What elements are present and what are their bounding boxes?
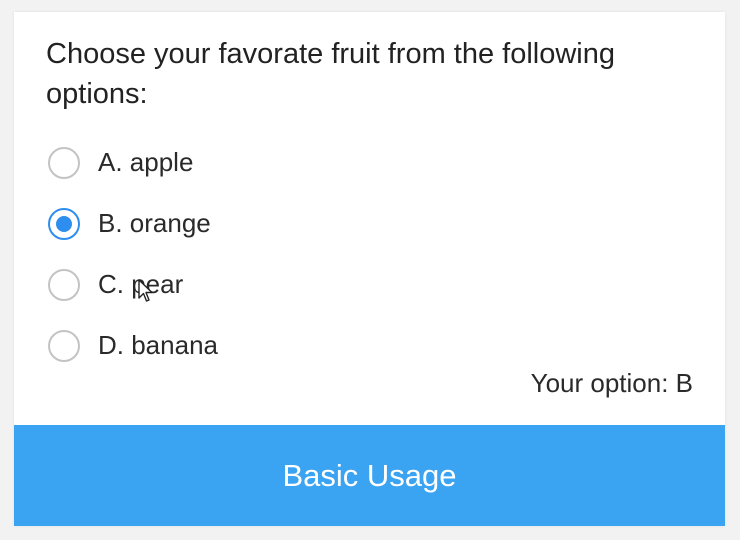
radio-button-pear[interactable]	[48, 268, 80, 301]
option-apple[interactable]: A. apple	[48, 132, 548, 193]
basic-usage-bar[interactable]: Basic Usage	[14, 425, 725, 526]
footer-label: Basic Usage	[282, 457, 457, 493]
option-banana[interactable]: D. banana	[48, 315, 548, 376]
option-label: D. banana	[98, 330, 218, 360]
question-text: Choose your favorate fruit from the foll…	[46, 38, 615, 110]
selected-option-text: Your option: B	[530, 368, 693, 398]
option-orange[interactable]: B. orange	[48, 193, 548, 254]
radio-options-list: A. apple B. orange C. pear D. banana	[48, 132, 548, 376]
radio-button-apple[interactable]	[48, 146, 80, 179]
option-label: C. pear	[98, 269, 184, 299]
radio-button-orange[interactable]	[48, 207, 80, 240]
option-label: B. orange	[98, 208, 211, 238]
radio-group-card: Choose your favorate fruit from the foll…	[14, 12, 725, 526]
option-pear[interactable]: C. pear	[48, 254, 548, 315]
radio-button-banana[interactable]	[48, 329, 80, 362]
option-label: A. apple	[98, 147, 194, 177]
